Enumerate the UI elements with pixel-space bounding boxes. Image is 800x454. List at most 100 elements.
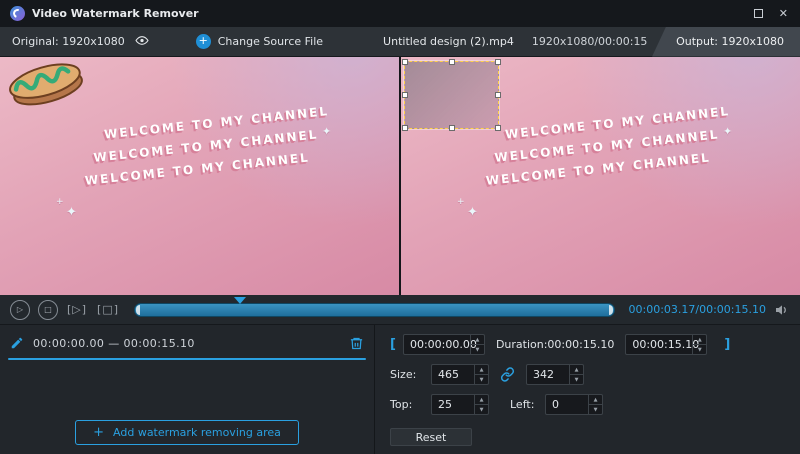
size-row: Size: 465 ▲ ▼ 342 ▲ ▼ (390, 364, 788, 385)
stepper-up-icon[interactable]: ▲ (570, 365, 583, 375)
end-time-stepper: ▲ ▼ (692, 335, 706, 354)
size-label: Size: (390, 368, 424, 381)
toolbar: Original: 1920x1080 + Change Source File… (0, 27, 800, 57)
selection-handle[interactable] (402, 92, 408, 98)
time-display: 00:00:03.17/00:00:15.10 (629, 303, 767, 316)
stepper-up-icon[interactable]: ▲ (471, 335, 484, 345)
stepper-up-icon[interactable]: ▲ (589, 395, 602, 405)
watermark-time-range: 00:00:00.00 — 00:00:15.10 (33, 337, 195, 350)
app-logo-icon (10, 6, 25, 21)
selection-handle[interactable] (495, 92, 501, 98)
change-source-file-button[interactable]: + Change Source File (196, 34, 323, 49)
sparkle-decoration: ✦ (467, 205, 478, 220)
width-value: 465 (432, 365, 474, 384)
app-window: Video Watermark Remover ✕ Original: 1920… (0, 0, 800, 454)
stepper-up-icon[interactable]: ▲ (693, 335, 706, 345)
time-range-row: [ 00:00:00.00 ▲ ▼ Duration:00:00:15.10 0… (390, 334, 788, 355)
aspect-link-icon[interactable] (500, 367, 515, 382)
end-time-value: 00:00:15.10 (626, 335, 692, 354)
change-source-file-label: Change Source File (218, 35, 323, 48)
duration-label: Duration:00:00:15.10 (496, 338, 614, 351)
window-controls: ✕ (754, 8, 790, 19)
edit-pen-icon[interactable] (10, 336, 24, 350)
original-resolution-label: Original: 1920x1080 (12, 35, 125, 48)
plus-icon: + (93, 426, 104, 439)
trim-end-bracket: ] (724, 337, 730, 352)
add-watermark-area-label: Add watermark removing area (113, 426, 281, 439)
titlebar: Video Watermark Remover ✕ (0, 0, 800, 27)
eclair-illustration (0, 57, 91, 121)
start-time-field[interactable]: 00:00:00.00 ▲ ▼ (403, 334, 485, 355)
transport-bar: ▷ □ [▷] [□] 00:00:03.17/00:00:15.10 (0, 295, 800, 325)
maximize-icon[interactable] (754, 9, 763, 18)
timeline (134, 303, 614, 317)
watermark-area-item[interactable]: 00:00:00.00 — 00:00:15.10 (8, 331, 366, 355)
width-stepper: ▲ ▼ (474, 365, 488, 384)
selection-handle[interactable] (402, 59, 408, 65)
top-field[interactable]: 25 ▲ ▼ (431, 394, 489, 415)
selection-handle[interactable] (449, 125, 455, 131)
left-field[interactable]: 0 ▲ ▼ (545, 394, 603, 415)
reset-button[interactable]: Reset (390, 428, 472, 446)
left-stepper: ▲ ▼ (588, 395, 602, 414)
top-label: Top: (390, 398, 424, 411)
sparkle-decoration: ✦ (66, 205, 77, 220)
selection-handle[interactable] (449, 59, 455, 65)
delete-trash-icon[interactable] (349, 336, 364, 351)
preview-eye-icon[interactable] (134, 34, 150, 50)
volume-icon[interactable] (774, 302, 790, 318)
stepper-down-icon[interactable]: ▼ (471, 345, 484, 354)
watermark-area-list: 00:00:00.00 — 00:00:15.10 + Add watermar… (0, 325, 375, 454)
trim-start-bracket: [ (390, 337, 396, 352)
stepper-down-icon[interactable]: ▼ (693, 345, 706, 354)
original-video-preview[interactable]: WELCOME TO MY CHANNEL WELCOME TO MY CHAN… (0, 57, 400, 295)
top-stepper: ▲ ▼ (474, 395, 488, 414)
stepper-down-icon[interactable]: ▼ (570, 375, 583, 384)
stepper-down-icon[interactable]: ▼ (589, 405, 602, 414)
original-info: Original: 1920x1080 (0, 34, 162, 50)
selection-handle[interactable] (495, 125, 501, 131)
timeline-track[interactable] (134, 303, 614, 317)
file-name: Untitled design (2).mp4 (383, 35, 514, 48)
video-text-overlay: WELCOME TO MY CHANNEL WELCOME TO MY CHAN… (79, 100, 334, 192)
plus-circle-icon: + (196, 34, 211, 49)
start-time-stepper: ▲ ▼ (470, 335, 484, 354)
left-label: Left: (510, 398, 538, 411)
frame-stop-button[interactable]: [□] (96, 300, 120, 320)
sparkle-decoration: ✦ (723, 125, 732, 138)
stepper-down-icon[interactable]: ▼ (475, 375, 488, 384)
height-stepper: ▲ ▼ (569, 365, 583, 384)
selection-handle[interactable] (402, 125, 408, 131)
sparkle-decoration: + (457, 197, 465, 207)
selected-item-underline (8, 358, 366, 360)
start-time-value: 00:00:00.00 (404, 335, 470, 354)
bottom-panels: 00:00:00.00 — 00:00:15.10 + Add watermar… (0, 325, 800, 454)
sparkle-decoration: + (56, 197, 64, 207)
end-time-field[interactable]: 00:00:15.10 ▲ ▼ (625, 334, 707, 355)
stop-button[interactable]: □ (38, 300, 58, 320)
height-value: 342 (527, 365, 569, 384)
stepper-up-icon[interactable]: ▲ (475, 365, 488, 375)
preview-area: WELCOME TO MY CHANNEL WELCOME TO MY CHAN… (0, 57, 800, 295)
playhead-marker[interactable] (234, 297, 246, 310)
file-meta: 1920x1080/00:00:15 (532, 35, 648, 48)
watermark-selection-box[interactable] (404, 61, 499, 129)
position-row: Top: 25 ▲ ▼ Left: 0 ▲ ▼ (390, 394, 788, 415)
stepper-down-icon[interactable]: ▼ (475, 405, 488, 414)
output-resolution-tab: Output: 1920x1080 (652, 27, 800, 57)
watermark-properties-panel: [ 00:00:00.00 ▲ ▼ Duration:00:00:15.10 0… (375, 325, 800, 454)
top-value: 25 (432, 395, 474, 414)
close-icon[interactable]: ✕ (779, 8, 788, 19)
output-video-preview[interactable]: WELCOME TO MY CHANNEL WELCOME TO MY CHAN… (400, 57, 800, 295)
width-field[interactable]: 465 ▲ ▼ (431, 364, 489, 385)
add-watermark-area-button[interactable]: + Add watermark removing area (75, 420, 299, 445)
window-title: Video Watermark Remover (32, 7, 199, 20)
stepper-up-icon[interactable]: ▲ (475, 395, 488, 405)
frame-play-button[interactable]: [▷] (66, 300, 88, 320)
selection-handle[interactable] (495, 59, 501, 65)
play-button[interactable]: ▷ (10, 300, 30, 320)
left-value: 0 (546, 395, 588, 414)
height-field[interactable]: 342 ▲ ▼ (526, 364, 584, 385)
video-text-overlay: WELCOME TO MY CHANNEL WELCOME TO MY CHAN… (480, 100, 735, 192)
sparkle-decoration: ✦ (322, 125, 331, 138)
